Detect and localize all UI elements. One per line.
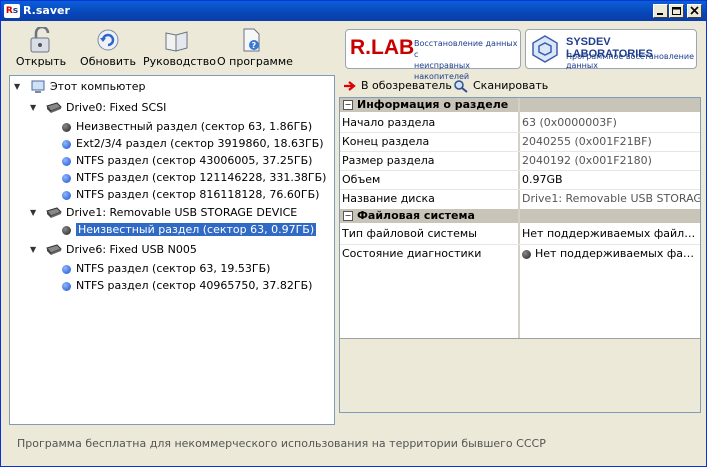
tree-partition[interactable]: Неизвестный раздел (сектор 63, 1.86ГБ) bbox=[62, 119, 312, 135]
sysdev-logo-icon bbox=[532, 35, 558, 63]
about-button[interactable]: ? О программе bbox=[217, 27, 293, 71]
properties-grid[interactable]: − Информация о разделе Начало раздела 63 (… bbox=[339, 97, 701, 413]
open-lock-icon bbox=[30, 27, 50, 53]
drive-tree[interactable]: ▼ Этот компьютер ▼ Drive0: Fixed SCSI Не… bbox=[9, 75, 335, 425]
description-panel bbox=[340, 338, 700, 412]
unknown-partition-icon bbox=[62, 122, 71, 132]
collapse-arrow-icon[interactable]: ▼ bbox=[14, 79, 20, 95]
computer-icon bbox=[31, 80, 45, 93]
group-partition-info[interactable]: − Информация о разделе bbox=[340, 98, 518, 112]
window-title: R.saver bbox=[23, 4, 70, 17]
tree-partition[interactable]: Ext2/3/4 раздел (сектор 3919860, 18.63ГБ… bbox=[62, 136, 324, 152]
partition-icon bbox=[62, 264, 71, 274]
drive-label: Drive1: Removable USB STORAGE DEVICE bbox=[66, 206, 298, 219]
tree-partition[interactable]: NTFS раздел (сектор 40965750, 37.82ГБ) bbox=[62, 278, 312, 294]
guide-label: Руководство bbox=[143, 55, 217, 68]
scan-magnifier-icon bbox=[454, 80, 468, 93]
collapse-minus-icon[interactable]: − bbox=[343, 100, 353, 110]
refresh-label: Обновить bbox=[80, 55, 136, 68]
toolbar: Открыть Обновить Руководство ? О програм… bbox=[7, 25, 703, 81]
book-icon bbox=[165, 31, 188, 52]
partition-icon bbox=[62, 281, 71, 291]
about-label: О программе bbox=[217, 55, 293, 68]
svg-text:?: ? bbox=[252, 41, 257, 50]
refresh-button[interactable]: Обновить bbox=[79, 27, 137, 71]
sysdev-subtitle: Программное восстановление данных bbox=[566, 52, 695, 70]
minimize-button[interactable] bbox=[653, 4, 668, 18]
group-header-fill bbox=[520, 98, 700, 112]
collapse-arrow-icon[interactable]: ▼ bbox=[30, 242, 36, 258]
property-row[interactable]: Конец раздела 2040255 (0x001F21BF) bbox=[340, 132, 700, 151]
refresh-icon bbox=[97, 29, 119, 51]
close-button[interactable] bbox=[687, 4, 702, 18]
tree-partition[interactable]: NTFS раздел (сектор 121146228, 331.38ГБ) bbox=[62, 170, 326, 186]
scan-button[interactable]: Сканировать bbox=[453, 78, 548, 94]
diagnostic-status-value: Нет поддерживаемых файловых систем bbox=[522, 244, 700, 263]
unknown-partition-icon bbox=[62, 225, 71, 235]
rlab-logo: R.LAB bbox=[350, 36, 415, 59]
maximize-icon bbox=[672, 7, 681, 15]
partition-icon bbox=[62, 173, 71, 183]
hard-drive-icon bbox=[46, 207, 62, 218]
property-row[interactable]: Состояние диагностики Нет поддерживаемых … bbox=[340, 244, 700, 263]
status-bar: Программа бесплатна для некоммерческого … bbox=[9, 429, 703, 465]
arrow-right-icon bbox=[344, 81, 356, 91]
open-label: Открыть bbox=[15, 55, 67, 68]
open-button[interactable]: Открыть bbox=[13, 27, 69, 71]
hard-drive-icon bbox=[46, 244, 62, 255]
close-icon bbox=[690, 6, 699, 15]
tree-partition[interactable]: NTFS раздел (сектор 43006005, 37.25ГБ) bbox=[62, 153, 312, 169]
tree-root-label: Этот компьютер bbox=[50, 80, 146, 93]
drive-label: Drive0: Fixed SCSI bbox=[66, 101, 167, 114]
tree-partition[interactable]: NTFS раздел (сектор 816118128, 76.60ГБ) bbox=[62, 187, 319, 203]
help-document-icon: ? bbox=[243, 28, 260, 52]
tree-partition[interactable]: NTFS раздел (сектор 63, 19.53ГБ) bbox=[62, 261, 270, 277]
sysdev-banner[interactable]: SYSDEV LABORATORIES Программное восстано… bbox=[525, 29, 697, 70]
hard-drive-icon bbox=[46, 102, 62, 113]
property-row[interactable]: Название диска Drive1: Removable USB STOR… bbox=[340, 189, 700, 208]
collapse-minus-icon[interactable]: − bbox=[343, 211, 353, 221]
app-window: Rs R.saver Открыть Обновить Руководство … bbox=[0, 0, 707, 467]
drive-label: Drive6: Fixed USB N005 bbox=[66, 243, 197, 256]
open-in-browser-button[interactable]: В обозреватель bbox=[343, 78, 452, 94]
group-filesystem[interactable]: − Файловая система bbox=[340, 209, 518, 223]
partition-icon bbox=[62, 190, 71, 200]
details-pane: В обозреватель Сканировать − Информация о… bbox=[339, 75, 703, 425]
maximize-button[interactable] bbox=[669, 4, 684, 18]
rlab-banner[interactable]: R.LAB Восстановление данных с неисправны… bbox=[345, 29, 521, 81]
partition-icon bbox=[62, 156, 71, 166]
action-bar: В обозреватель Сканировать bbox=[339, 75, 703, 97]
group-header-fill bbox=[520, 209, 700, 223]
app-icon: Rs bbox=[4, 4, 20, 18]
property-row[interactable]: Объем 0.97GB bbox=[340, 170, 700, 189]
property-row[interactable]: Начало раздела 63 (0x0000003F) bbox=[340, 113, 700, 132]
title-bar[interactable]: Rs R.saver bbox=[1, 1, 706, 21]
collapse-arrow-icon[interactable]: ▼ bbox=[30, 205, 36, 221]
property-row[interactable]: Размер раздела 2040192 (0x001F2180) bbox=[340, 151, 700, 170]
collapse-arrow-icon[interactable]: ▼ bbox=[30, 100, 36, 116]
partition-icon bbox=[62, 139, 71, 149]
tree-partition-selected[interactable]: Неизвестный раздел (сектор 63, 0.97ГБ) bbox=[62, 222, 317, 238]
minimize-icon bbox=[657, 13, 663, 15]
property-row[interactable]: Тип файловой системы Нет поддерживаемых ф… bbox=[340, 224, 700, 243]
status-text: Программа бесплатна для некоммерческого … bbox=[17, 437, 546, 450]
guide-button[interactable]: Руководство bbox=[143, 27, 217, 71]
status-dot-icon bbox=[522, 249, 531, 259]
